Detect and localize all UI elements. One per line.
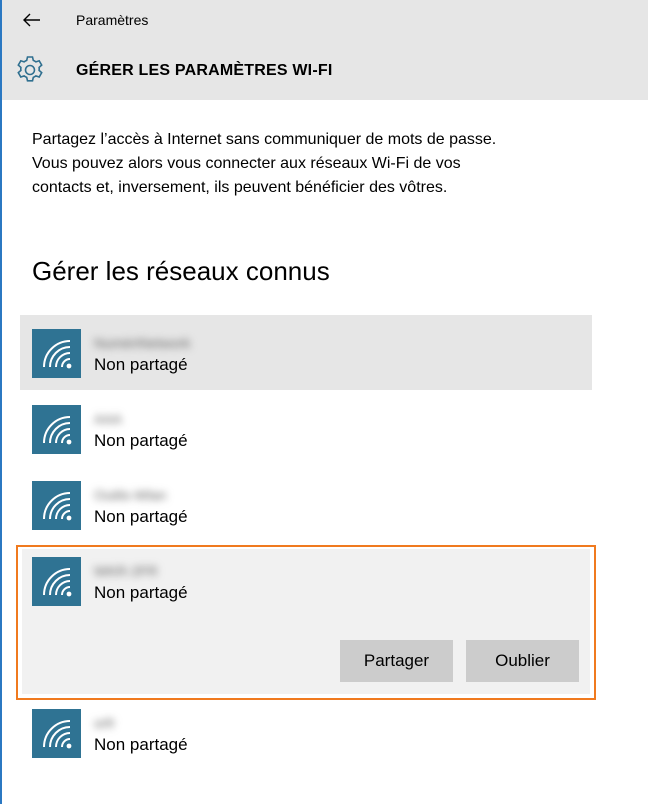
network-name: WKR-2FR [94,563,158,579]
wifi-icon [43,416,72,445]
title-bar: Paramètres [2,0,648,40]
page-title: GÉRER LES PARAMÈTRES WI-FI [76,62,333,79]
share-button[interactable]: Partager [340,640,453,682]
intro-text: Partagez l’accès à Internet sans communi… [32,128,592,200]
network-name: Outils-Wlan [94,487,167,503]
intro-line-2: Vous pouvez alors vous connecter aux rés… [32,155,461,172]
network-name: AAA [94,411,123,427]
network-item[interactable]: AAA Non partagé [20,391,592,466]
network-status: Non partagé [94,355,188,374]
wifi-icon [43,720,72,749]
network-status: Non partagé [94,431,188,450]
intro-line-3: contacts et, inversement, ils peuvent bé… [32,179,448,196]
network-item[interactable]: orfr Non partagé [20,695,592,770]
page-header: GÉRER LES PARAMÈTRES WI-FI [2,40,648,100]
network-name: orfr [94,715,115,731]
network-status: Non partagé [94,735,188,754]
network-status: Non partagé [94,507,188,526]
network-item[interactable]: NumériNetwork Non partagé [20,315,592,390]
wifi-tile [32,709,81,758]
gear-icon [17,56,43,82]
wifi-icon [43,340,72,369]
wifi-tile [32,405,81,454]
network-status: Non partagé [94,583,188,602]
intro-line-1: Partagez l’accès à Internet sans communi… [32,131,497,148]
back-arrow-icon [23,13,40,27]
app-title: Paramètres [76,12,149,28]
network-item[interactable]: Outils-Wlan Non partagé [20,467,592,542]
wifi-icon [43,492,72,521]
section-title: Gérer les réseaux connus [32,256,330,286]
forget-button[interactable]: Oublier [466,640,579,682]
back-button[interactable] [16,6,48,34]
network-name: NumériNetwork [94,335,191,351]
window-border [0,0,2,804]
wifi-tile [32,557,81,606]
wifi-tile [32,481,81,530]
wifi-tile [32,329,81,378]
network-item-selected[interactable]: WKR-2FR Non partagé [20,543,592,618]
wifi-icon [43,568,72,597]
